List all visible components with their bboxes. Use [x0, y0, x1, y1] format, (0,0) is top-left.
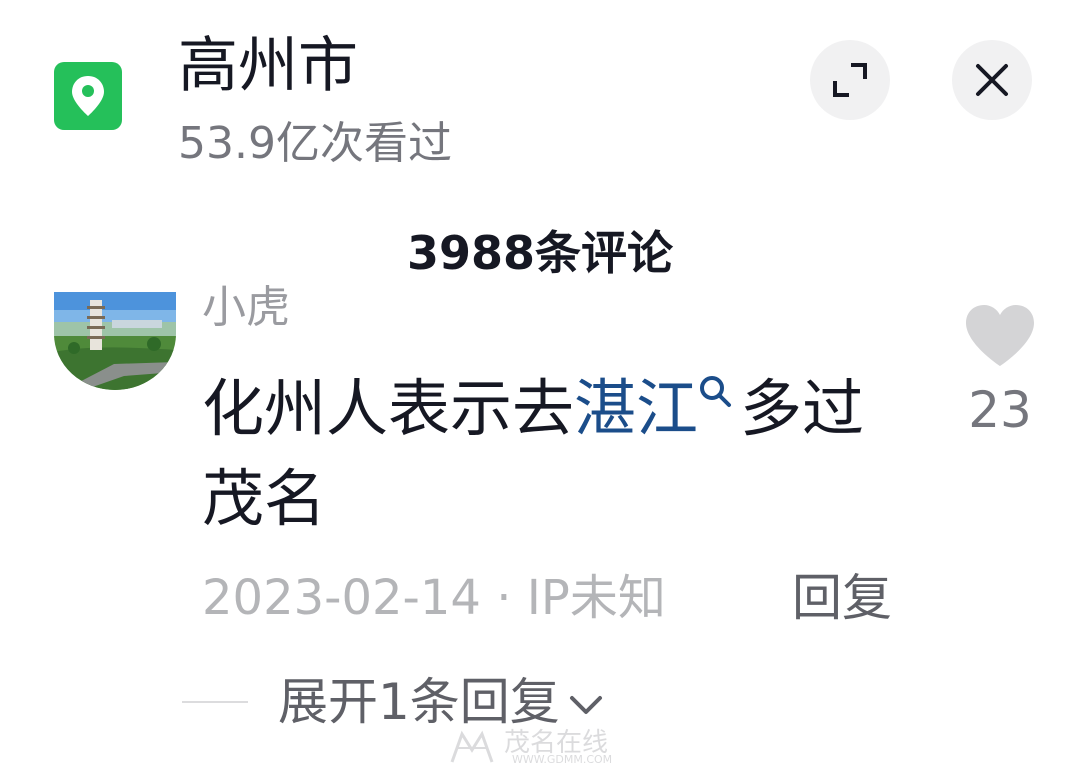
search-icon	[700, 376, 732, 407]
comment-ip: IP未知	[526, 570, 666, 626]
view-count: 53.9亿次看过	[178, 118, 452, 169]
close-icon	[976, 64, 1008, 96]
watermark-url: WWW.GDMM.COM	[512, 753, 613, 766]
expand-replies-label: 展开1条回复	[278, 673, 560, 731]
comment-panel: 高州市 53.9亿次看过 3988条评论 小虎 化州人表示去湛江 多过茂名 23…	[0, 0, 1080, 771]
expand-replies-button[interactable]: 展开1条回复	[182, 670, 604, 734]
expand-button[interactable]	[810, 40, 890, 120]
close-button[interactable]	[952, 40, 1032, 120]
comment-username[interactable]: 小虎	[202, 278, 290, 338]
like-button[interactable]: 23	[960, 304, 1040, 442]
keyword-text: 湛江	[574, 372, 699, 445]
like-count: 23	[968, 381, 1032, 439]
watermark: 茂名在线 WWW.GDMM.COM	[448, 728, 648, 768]
expand-icon	[833, 63, 867, 97]
comment-count-heading: 3988条评论	[406, 226, 674, 280]
watermark-logo-icon	[450, 730, 494, 763]
divider	[182, 701, 248, 703]
panel-header: 高州市 53.9亿次看过	[0, 0, 1080, 190]
comment-meta: 2023-02-14 · IP未知	[202, 566, 666, 630]
chevron-down-icon	[569, 696, 602, 714]
comment-item: 小虎 化州人表示去湛江 多过茂名 23 2023-02-14 · IP未知 回复 …	[0, 282, 1080, 771]
keyword-link[interactable]: 湛江	[574, 372, 740, 445]
avatar[interactable]	[54, 292, 176, 390]
reply-button[interactable]: 回复	[792, 566, 892, 630]
meta-separator: ·	[496, 570, 512, 626]
comment-text-start: 化州人表示去	[202, 372, 575, 445]
location-pin-icon	[54, 62, 122, 130]
comment-date: 2023-02-14	[202, 570, 481, 626]
heart-icon	[966, 305, 1034, 366]
place-title[interactable]: 高州市	[178, 26, 358, 106]
comment-body: 化州人表示去湛江 多过茂名	[202, 364, 922, 544]
